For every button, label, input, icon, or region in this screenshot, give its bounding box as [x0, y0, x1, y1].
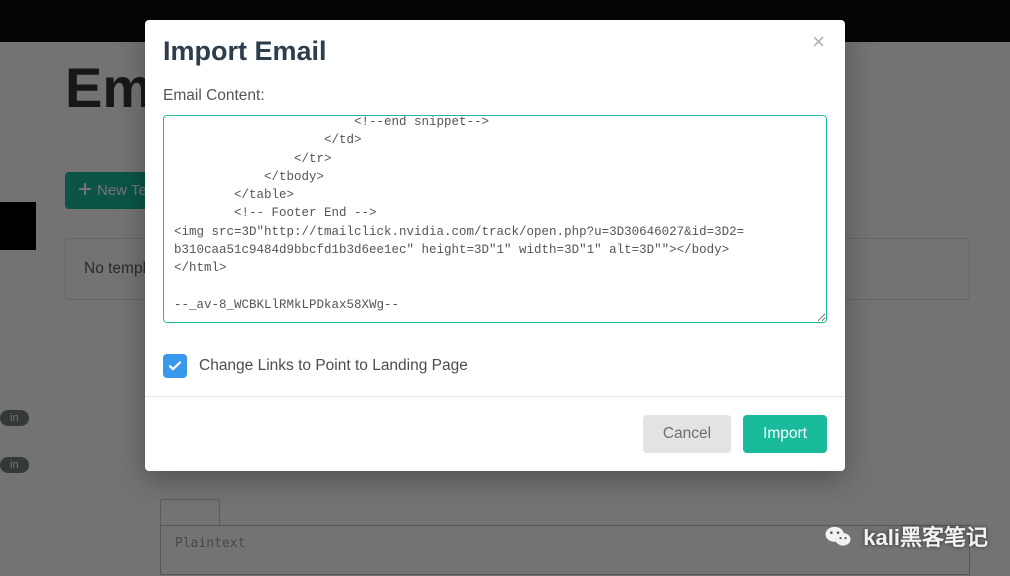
change-links-label: Change Links to Point to Landing Page: [199, 357, 468, 375]
import-email-modal: Import Email × Email Content: Change Lin…: [145, 20, 845, 471]
check-icon: [168, 359, 182, 373]
cancel-button[interactable]: Cancel: [643, 415, 731, 453]
wechat-icon: [823, 521, 853, 551]
email-content-label: Email Content:: [163, 87, 827, 105]
modal-title: Import Email: [163, 36, 827, 67]
watermark-text: kali黑客笔记: [863, 520, 988, 552]
change-links-row: Change Links to Point to Landing Page: [163, 354, 827, 378]
modal-body: Email Content: Change Links to Point to …: [145, 87, 845, 396]
change-links-checkbox[interactable]: [163, 354, 187, 378]
modal-footer: Cancel Import: [145, 396, 845, 471]
import-button[interactable]: Import: [743, 415, 827, 453]
watermark: kali黑客笔记: [823, 520, 988, 552]
email-content-textarea[interactable]: [163, 115, 827, 323]
modal-header: Import Email ×: [145, 20, 845, 87]
close-icon[interactable]: ×: [806, 30, 831, 54]
